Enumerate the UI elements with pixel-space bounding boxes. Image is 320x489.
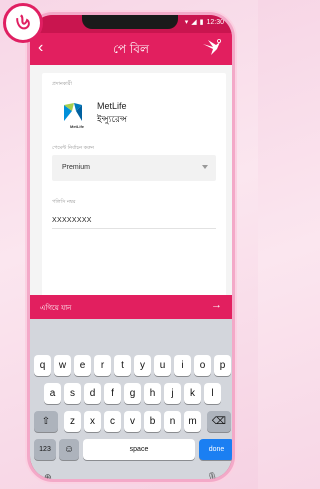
phone-notch xyxy=(82,15,178,29)
key-l[interactable]: l xyxy=(204,383,221,404)
step-number-badge: ৬ xyxy=(3,3,43,43)
policy-number-input[interactable]: XXXXXXXX xyxy=(52,217,92,224)
key-i[interactable]: i xyxy=(174,355,191,376)
provider-name-line1: MetLife xyxy=(97,101,127,111)
payment-type-dropdown[interactable]: Premium xyxy=(52,155,216,181)
provider-label: প্রদানকারী xyxy=(52,81,72,87)
status-icons: ▾ ◢ ▮ 12:30 xyxy=(184,18,224,27)
key-x[interactable]: x xyxy=(84,411,101,432)
key-e[interactable]: e xyxy=(74,355,91,376)
payment-type-value: Premium xyxy=(62,164,91,171)
key-v[interactable]: v xyxy=(124,411,141,432)
form-area: প্রদানকারী MetLife MetLife ইন্স্যুরেন্স … xyxy=(30,65,232,303)
shift-key[interactable]: ⇧ xyxy=(34,411,58,432)
key-a[interactable]: a xyxy=(44,383,61,404)
space-key[interactable]: space xyxy=(83,439,195,460)
key-m[interactable]: m xyxy=(184,411,201,432)
key-r[interactable]: r xyxy=(94,355,111,376)
key-h[interactable]: h xyxy=(144,383,161,404)
key-q[interactable]: q xyxy=(34,355,51,376)
key-d[interactable]: d xyxy=(84,383,101,404)
payment-type-label: পেমেন্ট নির্বাচন করুন xyxy=(52,145,94,151)
form-card: প্রদানকারী MetLife MetLife ইন্স্যুরেন্স … xyxy=(42,73,226,297)
wifi-icon: ▾ xyxy=(184,19,189,26)
app-bar: ‹ পে বিল xyxy=(30,33,232,65)
onscreen-keyboard: q w e r t y u i o p a s d f g h j k l ⇧ … xyxy=(30,319,232,479)
backspace-key[interactable]: ⌫ xyxy=(207,411,231,432)
key-z[interactable]: z xyxy=(64,411,81,432)
done-key[interactable]: done xyxy=(199,439,232,460)
status-time: 12:30 xyxy=(206,18,224,26)
chevron-down-icon xyxy=(202,165,208,169)
key-t[interactable]: t xyxy=(114,355,131,376)
phone-frame: ▾ ◢ ▮ 12:30 ‹ পে বিল প্রদানকারী MetLife … xyxy=(27,12,235,482)
numbers-key[interactable]: 123 xyxy=(34,439,56,460)
key-y[interactable]: y xyxy=(134,355,151,376)
arrow-right-icon: → xyxy=(211,299,222,311)
key-u[interactable]: u xyxy=(154,355,171,376)
policy-input-underline xyxy=(52,228,216,229)
key-s[interactable]: s xyxy=(64,383,81,404)
key-b[interactable]: b xyxy=(144,411,161,432)
key-p[interactable]: p xyxy=(214,355,231,376)
metlife-logo-text: MetLife xyxy=(70,124,84,129)
key-n[interactable]: n xyxy=(164,411,181,432)
keyboard-bottom-bar: ⊕ 🎙 xyxy=(30,471,232,479)
key-f[interactable]: f xyxy=(104,383,121,404)
battery-icon: ▮ xyxy=(199,19,204,26)
proceed-label: এগিয়ে যান xyxy=(40,304,72,312)
keyboard-row-1: q w e r t y u i o p xyxy=(30,355,232,377)
key-g[interactable]: g xyxy=(124,383,141,404)
signal-icon: ◢ xyxy=(191,19,197,26)
provider-name-line2: ইন্স্যুরেন্স xyxy=(97,115,128,125)
microphone-icon[interactable]: 🎙 xyxy=(207,472,218,479)
key-j[interactable]: j xyxy=(164,383,181,404)
bkash-bird-logo-icon[interactable] xyxy=(202,39,222,57)
key-k[interactable]: k xyxy=(184,383,201,404)
key-o[interactable]: o xyxy=(194,355,211,376)
emoji-key[interactable]: ☺ xyxy=(59,439,79,460)
keyboard-row-3: ⇧ z x c v b n m ⌫ xyxy=(30,411,232,433)
policy-number-label: পলিসি নম্বর xyxy=(52,199,76,205)
globe-icon[interactable]: ⊕ xyxy=(44,472,52,479)
key-c[interactable]: c xyxy=(104,411,121,432)
keyboard-row-4: 123 ☺ space done xyxy=(30,439,232,461)
status-bar: ▾ ◢ ▮ 12:30 xyxy=(30,15,232,33)
proceed-button[interactable]: এগিয়ে যান → xyxy=(30,295,232,319)
key-w[interactable]: w xyxy=(54,355,71,376)
metlife-logo-icon xyxy=(64,103,82,121)
keyboard-row-2: a s d f g h j k l xyxy=(30,383,232,405)
